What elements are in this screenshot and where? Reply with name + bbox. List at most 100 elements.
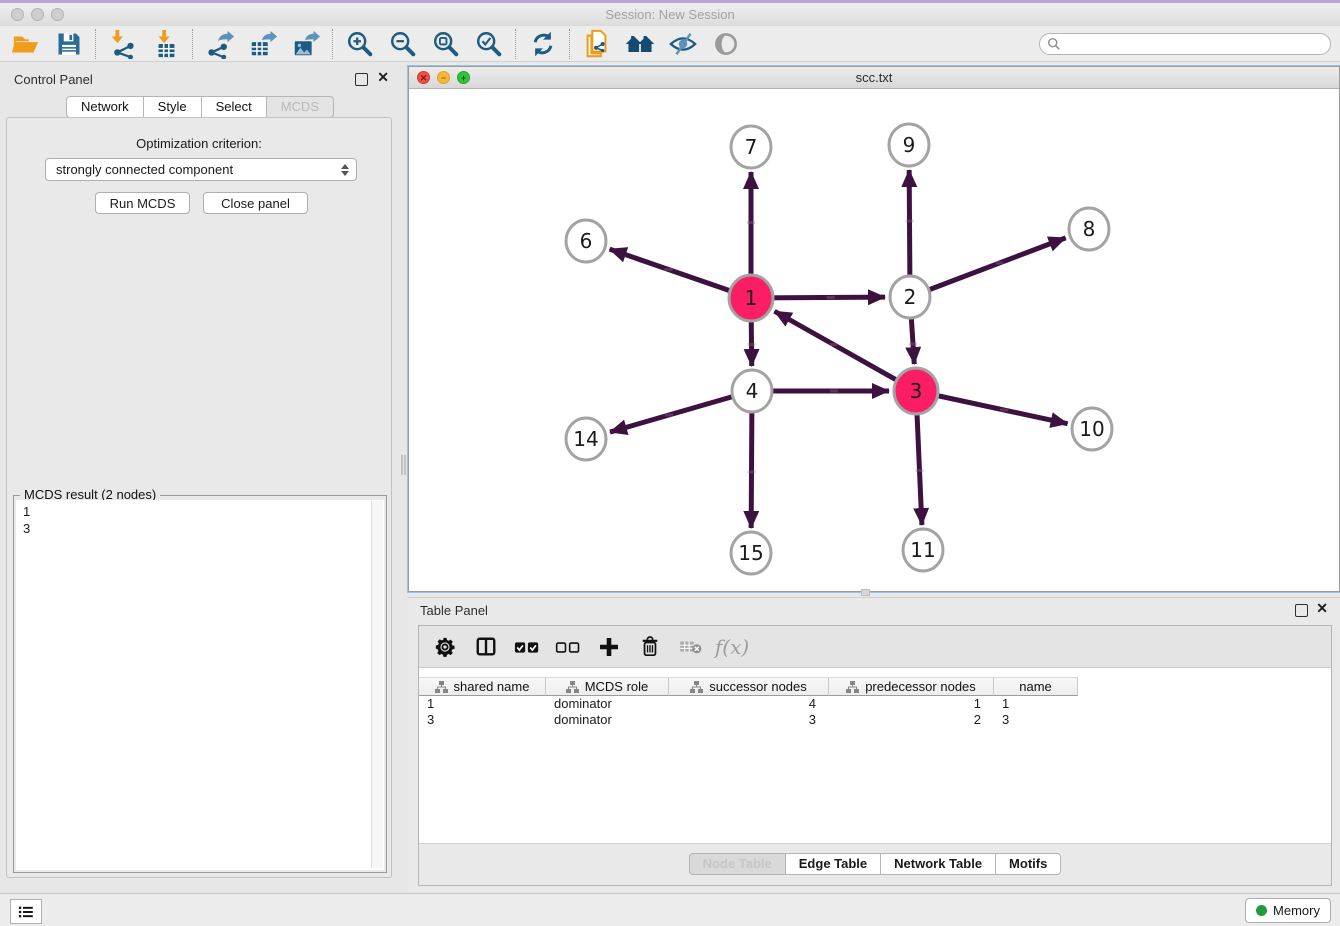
- zoom-in-button[interactable]: [338, 28, 381, 60]
- zoom-out-button[interactable]: [381, 28, 424, 60]
- table-row[interactable]: 3dominator323: [419, 712, 1078, 728]
- float-panel-icon[interactable]: [355, 73, 368, 86]
- reset-view-button[interactable]: [618, 28, 661, 60]
- optimization-criterion-label: Optimization criterion:: [7, 136, 391, 151]
- refresh-icon: [529, 30, 557, 58]
- column-header-successor-nodes[interactable]: successor nodes: [669, 677, 829, 696]
- eye-slash-icon: [668, 29, 698, 59]
- tab-select[interactable]: Select: [201, 96, 266, 118]
- preview-button[interactable]: [704, 28, 747, 60]
- edge-3-1[interactable]: [775, 311, 916, 391]
- import-table-button[interactable]: [144, 28, 187, 60]
- vertical-splitter[interactable]: [400, 62, 408, 893]
- node-label-10: 10: [1079, 417, 1104, 441]
- float-panel-icon[interactable]: [1295, 604, 1308, 617]
- tab-node-table[interactable]: Node Table: [689, 853, 785, 875]
- tab-edge-table[interactable]: Edge Table: [785, 853, 880, 875]
- run-mcds-button[interactable]: Run MCDS: [95, 192, 190, 214]
- network-window-titlebar[interactable]: ✕ − + scc.txt: [409, 67, 1339, 89]
- table-options-button[interactable]: [432, 634, 458, 660]
- edge-label: [830, 343, 838, 346]
- edge-label: [665, 414, 673, 417]
- delete-row-button[interactable]: [637, 634, 663, 660]
- cell-shared-name[interactable]: 3: [419, 712, 546, 728]
- save-session-button[interactable]: [47, 28, 90, 60]
- cell-shared-name[interactable]: 1: [419, 696, 546, 712]
- column-header-name[interactable]: name: [994, 677, 1078, 696]
- cell-predecessor-nodes[interactable]: 2: [829, 712, 994, 728]
- network-canvas[interactable]: 7968124314101511: [409, 89, 1339, 591]
- tab-mcds[interactable]: MCDS: [266, 96, 334, 118]
- cell-predecessor-nodes[interactable]: 1: [829, 696, 994, 712]
- table-panel-title: Table Panel: [420, 603, 488, 618]
- node-label-3: 3: [910, 379, 923, 403]
- node-label-11: 11: [910, 538, 935, 562]
- criterion-dropdown-value: strongly connected component: [56, 162, 233, 177]
- export-image-button[interactable]: [284, 28, 327, 60]
- search-input[interactable]: [1065, 34, 1330, 54]
- zoom-selected-button[interactable]: [467, 28, 510, 60]
- cell-name[interactable]: 3: [994, 712, 1078, 728]
- cell-successor-nodes[interactable]: 4: [669, 696, 829, 712]
- control-panel-tabs: NetworkStyleSelectMCDS: [0, 96, 400, 118]
- table-panel: Table Panel ✕: [408, 597, 1340, 891]
- apply-layout-button[interactable]: [521, 28, 564, 60]
- cell-MCDS-role[interactable]: dominator: [546, 696, 669, 712]
- node-label-4: 4: [746, 379, 759, 403]
- show-hide-graphics-button[interactable]: [661, 28, 704, 60]
- close-panel-icon[interactable]: ✕: [1316, 603, 1328, 614]
- close-panel-button[interactable]: Close panel: [203, 192, 308, 214]
- export-image-icon: [291, 29, 321, 59]
- zoom-fit-button[interactable]: [424, 28, 467, 60]
- tree-icon: [435, 681, 448, 693]
- select-all-button[interactable]: [514, 634, 540, 660]
- search-box[interactable]: [1039, 33, 1331, 55]
- open-session-button[interactable]: [4, 28, 47, 60]
- import-network-icon: [108, 29, 138, 59]
- cell-successor-nodes[interactable]: 3: [669, 712, 829, 728]
- export-table-button[interactable]: [241, 28, 284, 60]
- cell-MCDS-role[interactable]: dominator: [546, 712, 669, 728]
- control-panel-header: Control Panel ✕: [0, 70, 400, 92]
- delete-table-icon: [679, 638, 703, 656]
- mcds-result-list[interactable]: 1 3: [16, 500, 384, 870]
- export-network-icon: [205, 29, 235, 59]
- cell-name[interactable]: 1: [994, 696, 1078, 712]
- apply-function-button[interactable]: f(x): [719, 634, 745, 660]
- table-body: 1dominator4113dominator323: [419, 696, 1078, 728]
- table-row[interactable]: 1dominator411: [419, 696, 1078, 712]
- tab-style[interactable]: Style: [143, 96, 201, 118]
- task-history-button[interactable]: [10, 899, 42, 924]
- column-browser-button[interactable]: [473, 634, 499, 660]
- toolbar-separator: [332, 29, 333, 59]
- edge-4-14[interactable]: [610, 391, 752, 432]
- horizontal-splitter-grip[interactable]: [861, 589, 870, 596]
- network-file-icon: [582, 29, 612, 59]
- close-panel-icon[interactable]: ✕: [377, 72, 389, 83]
- tab-network-table[interactable]: Network Table: [880, 853, 995, 875]
- result-scrollbar[interactable]: [371, 501, 383, 868]
- tree-icon: [846, 681, 859, 693]
- network-graph: 7968124314101511: [409, 89, 1339, 591]
- trash-icon: [640, 636, 660, 658]
- table-tabs-bar: Node TableEdge TableNetwork TableMotifs: [419, 843, 1331, 885]
- add-row-button[interactable]: [596, 634, 622, 660]
- edge-2-8[interactable]: [910, 238, 1066, 297]
- column-header-predecessor-nodes[interactable]: predecessor nodes: [829, 677, 994, 696]
- deselect-all-button[interactable]: [555, 634, 581, 660]
- dropdown-arrows-icon: [341, 164, 349, 176]
- export-network-button[interactable]: [198, 28, 241, 60]
- fx-icon: f(x): [715, 635, 749, 659]
- delete-table-button[interactable]: [678, 634, 704, 660]
- column-header-MCDS-role[interactable]: MCDS role: [546, 677, 669, 696]
- app-title: Session: New Session: [0, 7, 1340, 22]
- node-label-9: 9: [903, 133, 916, 157]
- tab-network[interactable]: Network: [66, 96, 143, 118]
- column-header-shared-name[interactable]: shared name: [419, 677, 546, 696]
- tab-motifs[interactable]: Motifs: [995, 853, 1061, 875]
- criterion-dropdown[interactable]: strongly connected component: [45, 158, 357, 181]
- network-from-file-button[interactable]: [575, 28, 618, 60]
- import-network-button[interactable]: [101, 28, 144, 60]
- memory-button[interactable]: Memory: [1245, 898, 1331, 923]
- status-bar: Memory: [0, 893, 1340, 926]
